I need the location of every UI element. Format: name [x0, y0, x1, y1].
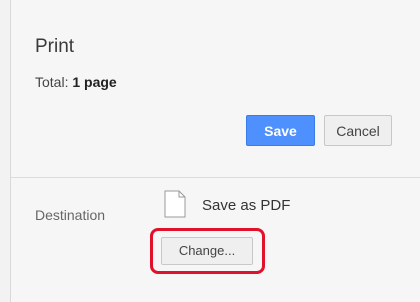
section-divider: [11, 177, 420, 178]
destination-label: Destination: [35, 207, 106, 223]
change-highlight: Change...: [150, 228, 265, 274]
total-pages: Total: 1 page: [35, 74, 117, 90]
document-icon: [164, 190, 186, 218]
total-label: Total:: [35, 74, 69, 90]
dialog-title: Print: [35, 36, 75, 57]
total-value: 1 page: [72, 74, 117, 90]
save-button[interactable]: Save: [246, 115, 315, 146]
cancel-button[interactable]: Cancel: [324, 115, 392, 146]
change-button[interactable]: Change...: [161, 237, 253, 265]
print-dialog: Print Total: 1 page Save Cancel Destinat…: [10, 0, 420, 302]
destination-value: Save as PDF: [202, 197, 291, 214]
